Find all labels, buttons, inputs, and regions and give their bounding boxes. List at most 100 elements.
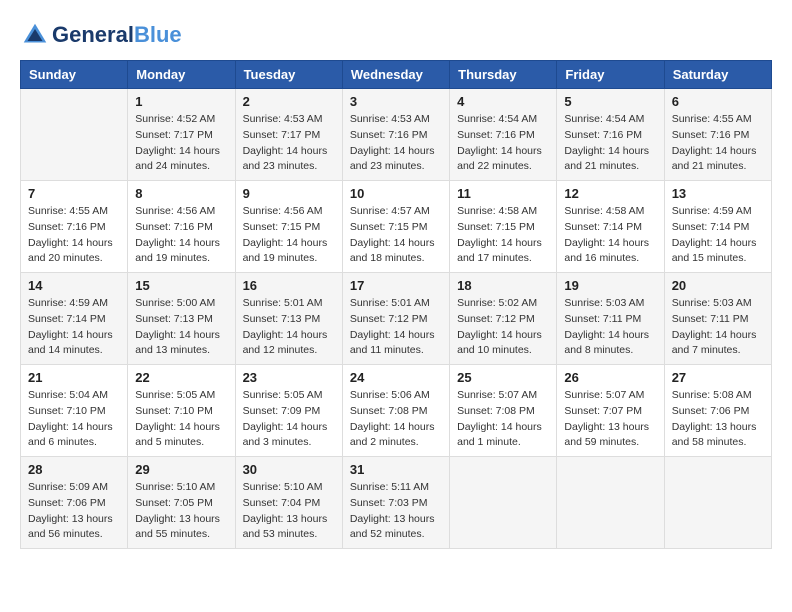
calendar-cell [21,89,128,181]
day-number: 22 [135,370,227,385]
day-info: Sunrise: 5:02 AMSunset: 7:12 PMDaylight:… [457,296,549,359]
calendar-cell: 25 Sunrise: 5:07 AMSunset: 7:08 PMDayligh… [450,365,557,457]
logo: GeneralBlue [20,20,182,50]
calendar-cell: 21 Sunrise: 5:04 AMSunset: 7:10 PMDayligh… [21,365,128,457]
calendar-cell: 3 Sunrise: 4:53 AMSunset: 7:16 PMDaylight… [342,89,449,181]
calendar-cell: 2Sunrise: 4:53 AMSunset: 7:17 PMDaylight… [235,89,342,181]
weekday-header: Sunday [21,61,128,89]
day-number: 28 [28,462,120,477]
calendar-cell: 1Sunrise: 4:52 AMSunset: 7:17 PMDaylight… [128,89,235,181]
day-number: 30 [243,462,335,477]
day-info: Sunrise: 4:52 AMSunset: 7:17 PMDaylight:… [135,112,227,175]
weekday-header: Thursday [450,61,557,89]
day-number: 19 [564,278,656,293]
logo-icon [20,20,50,50]
page-header: GeneralBlue [20,20,772,50]
calendar-cell: 16Sunrise: 5:01 AMSunset: 7:13 PMDayligh… [235,273,342,365]
calendar-cell: 23 Sunrise: 5:05 AMSunset: 7:09 PMDayligh… [235,365,342,457]
day-info: Sunrise: 5:07 AMSunset: 7:07 PMDaylight:… [564,388,656,451]
day-number: 8 [135,186,227,201]
day-number: 16 [243,278,335,293]
day-info: Sunrise: 4:59 AMSunset: 7:14 PMDaylight:… [672,204,764,267]
day-info: Sunrise: 5:05 AMSunset: 7:10 PMDaylight:… [135,388,227,451]
day-info: Sunrise: 5:00 AMSunset: 7:13 PMDaylight:… [135,296,227,359]
weekday-header: Monday [128,61,235,89]
day-info: Sunrise: 5:07 AMSunset: 7:08 PMDaylight:… [457,388,549,451]
weekday-header: Tuesday [235,61,342,89]
calendar-cell: 24 Sunrise: 5:06 AMSunset: 7:08 PMDayligh… [342,365,449,457]
day-number: 9 [243,186,335,201]
calendar-week-row: 7 Sunrise: 4:55 AMSunset: 7:16 PMDaylight… [21,181,772,273]
calendar-cell: 26 Sunrise: 5:07 AMSunset: 7:07 PMDayligh… [557,365,664,457]
day-number: 6 [672,94,764,109]
calendar-cell: 8Sunrise: 4:56 AMSunset: 7:16 PMDaylight… [128,181,235,273]
day-number: 3 [350,94,442,109]
calendar-week-row: 28 Sunrise: 5:09 AMSunset: 7:06 PMDayligh… [21,457,772,549]
day-info: Sunrise: 5:11 AMSunset: 7:03 PMDaylight:… [350,480,442,543]
day-info: Sunrise: 4:53 AMSunset: 7:16 PMDaylight:… [350,112,442,175]
weekday-header: Saturday [664,61,771,89]
calendar-cell: 18 Sunrise: 5:02 AMSunset: 7:12 PMDayligh… [450,273,557,365]
logo-text: GeneralBlue [52,23,182,47]
day-number: 20 [672,278,764,293]
day-number: 23 [243,370,335,385]
day-info: Sunrise: 4:54 AMSunset: 7:16 PMDaylight:… [564,112,656,175]
day-info: Sunrise: 4:53 AMSunset: 7:17 PMDaylight:… [243,112,335,175]
calendar-cell: 13 Sunrise: 4:59 AMSunset: 7:14 PMDayligh… [664,181,771,273]
calendar-week-row: 1Sunrise: 4:52 AMSunset: 7:17 PMDaylight… [21,89,772,181]
day-number: 21 [28,370,120,385]
calendar-cell: 9 Sunrise: 4:56 AMSunset: 7:15 PMDaylight… [235,181,342,273]
day-info: Sunrise: 4:55 AMSunset: 7:16 PMDaylight:… [28,204,120,267]
calendar-cell: 14 Sunrise: 4:59 AMSunset: 7:14 PMDayligh… [21,273,128,365]
calendar-table: SundayMondayTuesdayWednesdayThursdayFrid… [20,60,772,549]
day-info: Sunrise: 5:04 AMSunset: 7:10 PMDaylight:… [28,388,120,451]
day-info: Sunrise: 5:09 AMSunset: 7:06 PMDaylight:… [28,480,120,543]
calendar-cell: 19Sunrise: 5:03 AMSunset: 7:11 PMDayligh… [557,273,664,365]
day-info: Sunrise: 4:58 AMSunset: 7:14 PMDaylight:… [564,204,656,267]
day-number: 7 [28,186,120,201]
day-number: 4 [457,94,549,109]
calendar-cell: 6 Sunrise: 4:55 AMSunset: 7:16 PMDaylight… [664,89,771,181]
day-info: Sunrise: 5:10 AMSunset: 7:05 PMDaylight:… [135,480,227,543]
day-info: Sunrise: 5:08 AMSunset: 7:06 PMDaylight:… [672,388,764,451]
calendar-cell: 27 Sunrise: 5:08 AMSunset: 7:06 PMDayligh… [664,365,771,457]
day-number: 25 [457,370,549,385]
day-number: 29 [135,462,227,477]
calendar-cell: 17 Sunrise: 5:01 AMSunset: 7:12 PMDayligh… [342,273,449,365]
calendar-cell: 20Sunrise: 5:03 AMSunset: 7:11 PMDayligh… [664,273,771,365]
day-info: Sunrise: 4:56 AMSunset: 7:15 PMDaylight:… [243,204,335,267]
calendar-week-row: 21 Sunrise: 5:04 AMSunset: 7:10 PMDayligh… [21,365,772,457]
day-number: 27 [672,370,764,385]
day-number: 17 [350,278,442,293]
weekday-header: Friday [557,61,664,89]
day-info: Sunrise: 4:59 AMSunset: 7:14 PMDaylight:… [28,296,120,359]
calendar-cell: 29 Sunrise: 5:10 AMSunset: 7:05 PMDayligh… [128,457,235,549]
calendar-cell: 15Sunrise: 5:00 AMSunset: 7:13 PMDayligh… [128,273,235,365]
day-info: Sunrise: 5:06 AMSunset: 7:08 PMDaylight:… [350,388,442,451]
day-number: 11 [457,186,549,201]
calendar-week-row: 14 Sunrise: 4:59 AMSunset: 7:14 PMDayligh… [21,273,772,365]
calendar-cell [664,457,771,549]
day-number: 26 [564,370,656,385]
day-number: 24 [350,370,442,385]
calendar-cell: 11 Sunrise: 4:58 AMSunset: 7:15 PMDayligh… [450,181,557,273]
day-info: Sunrise: 4:58 AMSunset: 7:15 PMDaylight:… [457,204,549,267]
calendar-cell: 31Sunrise: 5:11 AMSunset: 7:03 PMDayligh… [342,457,449,549]
day-number: 12 [564,186,656,201]
day-number: 5 [564,94,656,109]
calendar-cell: 10 Sunrise: 4:57 AMSunset: 7:15 PMDayligh… [342,181,449,273]
day-number: 18 [457,278,549,293]
day-info: Sunrise: 5:01 AMSunset: 7:12 PMDaylight:… [350,296,442,359]
day-info: Sunrise: 5:10 AMSunset: 7:04 PMDaylight:… [243,480,335,543]
calendar-cell [450,457,557,549]
calendar-cell: 22 Sunrise: 5:05 AMSunset: 7:10 PMDayligh… [128,365,235,457]
calendar-cell: 30 Sunrise: 5:10 AMSunset: 7:04 PMDayligh… [235,457,342,549]
day-number: 10 [350,186,442,201]
day-number: 14 [28,278,120,293]
calendar-cell: 7 Sunrise: 4:55 AMSunset: 7:16 PMDaylight… [21,181,128,273]
day-info: Sunrise: 4:55 AMSunset: 7:16 PMDaylight:… [672,112,764,175]
day-info: Sunrise: 4:57 AMSunset: 7:15 PMDaylight:… [350,204,442,267]
calendar-cell [557,457,664,549]
day-number: 13 [672,186,764,201]
day-info: Sunrise: 5:05 AMSunset: 7:09 PMDaylight:… [243,388,335,451]
